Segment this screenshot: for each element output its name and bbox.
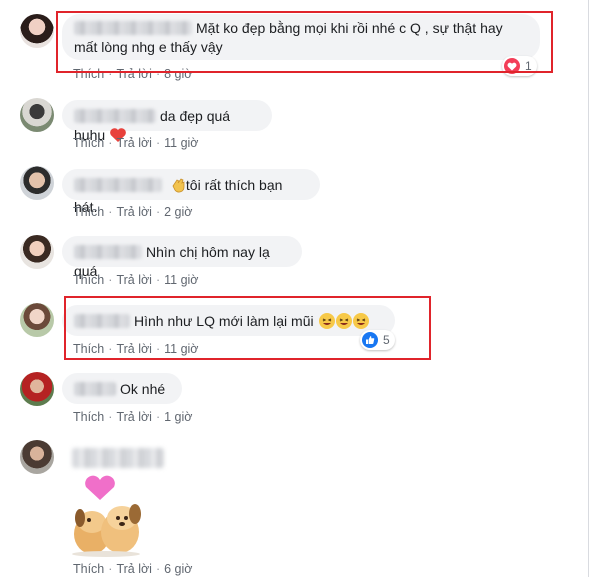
timestamp[interactable]: 6 giờ [164, 562, 192, 576]
blurred-author-name[interactable] [74, 109, 156, 123]
comment-actions: Thích · Trả lời · 1 giờ [73, 410, 192, 424]
separator-dot: · [155, 136, 161, 150]
reply-link[interactable]: Trả lời [116, 205, 152, 219]
comment-actions: Thích · Trả lời · 2 giờ [73, 205, 192, 219]
separator-dot: · [108, 410, 113, 424]
separator-dot: · [108, 273, 113, 287]
separator-dot: · [108, 562, 113, 576]
avatar[interactable] [20, 235, 54, 269]
like-link[interactable]: Thích [73, 410, 104, 424]
comment-bubble: da đẹp quá huhu [62, 100, 272, 143]
separator-dot: · [155, 410, 161, 424]
reply-link[interactable]: Trả lời [116, 410, 152, 424]
like-link[interactable]: Thích [73, 273, 104, 287]
comment-text: Ok nhé [120, 381, 166, 397]
timestamp[interactable]: 11 giờ [164, 273, 198, 287]
blurred-author-name[interactable] [74, 382, 116, 396]
avatar[interactable] [20, 98, 54, 132]
avatar[interactable] [20, 166, 54, 200]
timestamp[interactable]: 11 giờ [164, 136, 198, 150]
highlight-box [56, 11, 553, 73]
highlight-box [64, 296, 431, 360]
avatar[interactable] [20, 14, 54, 48]
puppies-heart-sticker [68, 474, 148, 558]
comment-bubble: tôi rất thích bạn hát. [62, 169, 320, 215]
reply-link[interactable]: Trả lời [116, 273, 152, 287]
comment-actions: Thích · Trả lời · 11 giờ [73, 136, 199, 150]
separator-dot: · [108, 136, 113, 150]
reply-link[interactable]: Trả lời [116, 562, 152, 576]
comment-bubble: Ok nhé [62, 373, 182, 404]
timestamp[interactable]: 2 giờ [164, 205, 192, 219]
comment-thread: Mặt ko đẹp bằng mọi khi rồi nhé c Q , sự… [0, 0, 600, 577]
blurred-author-name[interactable] [74, 178, 162, 192]
clapping-hands-icon [170, 177, 186, 198]
comment-actions: Thích · Trả lời · 6 giờ [73, 562, 192, 576]
separator-dot: · [155, 205, 161, 219]
separator-dot: · [155, 273, 161, 287]
reply-link[interactable]: Trả lời [116, 136, 152, 150]
avatar[interactable] [20, 440, 54, 474]
like-link[interactable]: Thích [73, 136, 104, 150]
comment-bubble: Nhìn chị hôm nay lạ quá [62, 236, 302, 279]
separator-dot: · [108, 205, 113, 219]
comment-actions: Thích · Trả lời · 11 giờ [73, 273, 199, 287]
like-link[interactable]: Thích [73, 205, 104, 219]
blurred-author-name[interactable] [74, 245, 142, 259]
blurred-author-name[interactable] [72, 448, 164, 468]
separator-dot: · [155, 562, 161, 576]
timestamp[interactable]: 1 giờ [164, 410, 192, 424]
avatar[interactable] [20, 372, 54, 406]
like-link[interactable]: Thích [73, 562, 104, 576]
panel-divider [588, 0, 589, 577]
avatar[interactable] [20, 303, 54, 337]
